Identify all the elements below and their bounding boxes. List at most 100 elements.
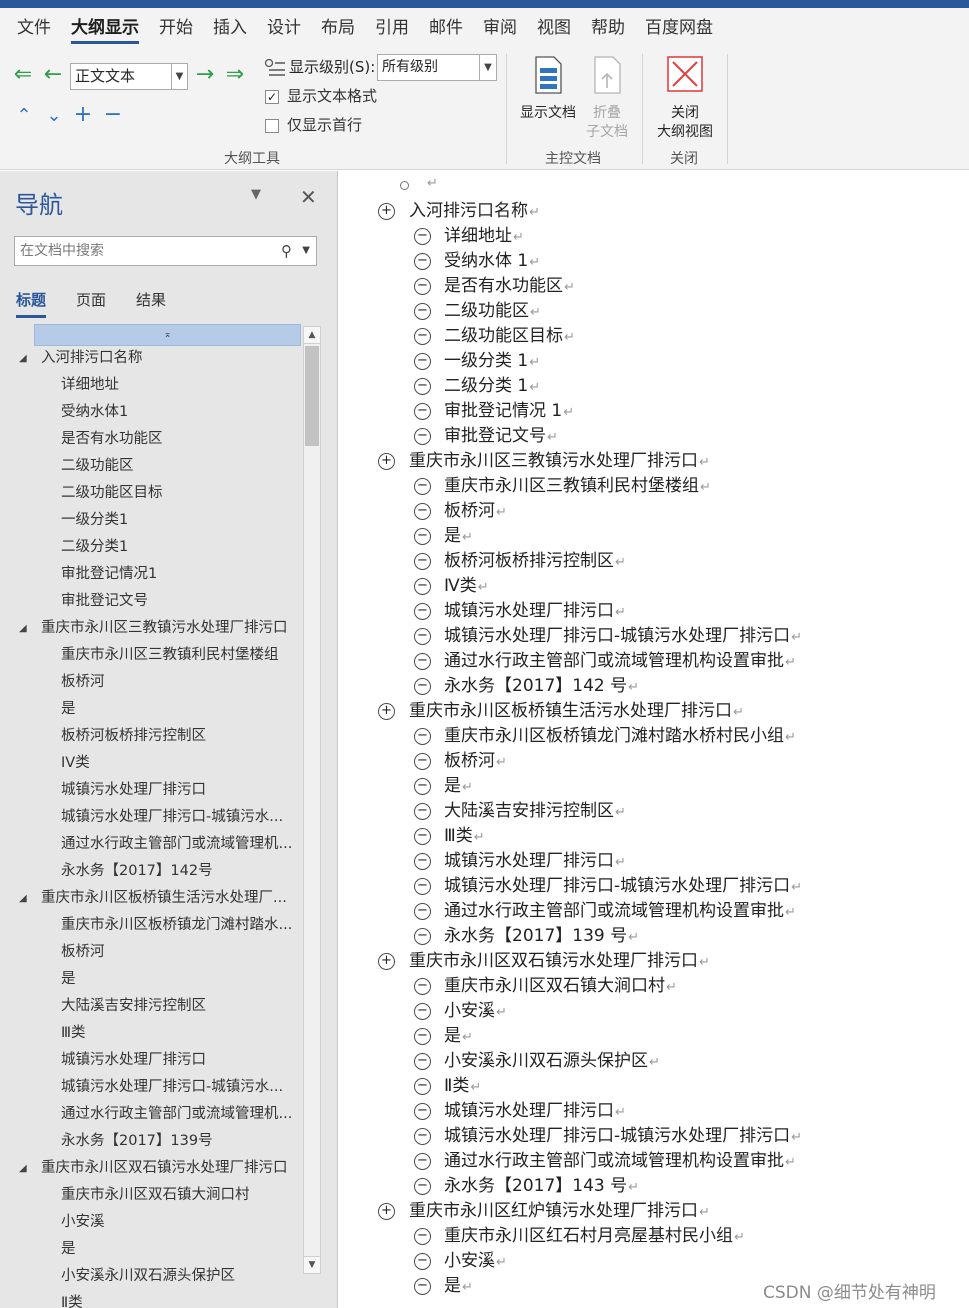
body-level-icon[interactable]: − <box>414 778 431 795</box>
demote-icon[interactable]: → <box>192 63 218 89</box>
outline-body-line[interactable]: 通过水行政主管部门或流域管理机构设置审批↵ <box>444 899 796 924</box>
expand-heading-icon[interactable]: + <box>378 703 395 720</box>
nav-subheading-item[interactable]: 板桥河 <box>0 939 302 966</box>
search-icon[interactable]: ⚲ <box>281 237 292 265</box>
nav-subheading-item[interactable]: 审批登记文号 <box>0 588 302 615</box>
tab-pages[interactable]: 页面 <box>76 289 106 310</box>
body-level-icon[interactable]: − <box>414 753 431 770</box>
outline-body-line[interactable]: 小安溪↵ <box>444 999 507 1024</box>
collapse-all-bar[interactable]: ⌅ <box>34 324 301 346</box>
outline-body-line[interactable]: 重庆市永川区板桥镇龙门滩村踏水桥村民小组↵ <box>444 724 796 749</box>
promote-to-heading1-icon[interactable]: ⇐ <box>10 63 36 89</box>
body-level-icon[interactable]: − <box>414 1028 431 1045</box>
outline-body-line[interactable]: 受纳水体 1↵ <box>444 249 540 274</box>
body-level-icon[interactable]: − <box>414 378 431 395</box>
tab-layout[interactable]: 布局 <box>312 8 364 48</box>
nav-subheading-item[interactable]: Ⅲ类 <box>0 1020 302 1047</box>
outline-body-line[interactable]: 审批登记文号↵ <box>444 424 558 449</box>
expand-icon[interactable]: + <box>70 103 96 129</box>
body-level-icon[interactable]: − <box>414 603 431 620</box>
nav-subheading-item[interactable]: Ⅱ类 <box>0 1290 302 1308</box>
tab-review[interactable]: 审阅 <box>474 8 526 48</box>
outline-body-line[interactable]: 城镇污水处理厂排污口-城镇污水处理厂排污口↵ <box>444 1124 802 1149</box>
body-level-icon[interactable]: − <box>414 728 431 745</box>
outline-body-line[interactable]: 是↵ <box>444 1024 473 1049</box>
body-level-icon[interactable]: − <box>414 1253 431 1270</box>
chevron-down-icon[interactable]: ▼ <box>302 237 310 265</box>
outline-body-line[interactable]: 城镇污水处理厂排污口-城镇污水处理厂排污口↵ <box>444 874 802 899</box>
nav-subheading-item[interactable]: 通过水行政主管部门或流域管理机... <box>0 831 302 858</box>
tab-baidu-netdisk[interactable]: 百度网盘 <box>636 8 722 48</box>
scroll-up-icon[interactable]: ▲ <box>304 327 320 344</box>
body-level-icon[interactable]: − <box>414 1003 431 1020</box>
nav-subheading-item[interactable]: 重庆市永川区双石镇大涧口村 <box>0 1182 302 1209</box>
expand-heading-icon[interactable]: + <box>378 1203 395 1220</box>
scroll-down-icon[interactable]: ▼ <box>304 1256 320 1273</box>
body-level-icon[interactable]: − <box>414 903 431 920</box>
body-level-icon[interactable]: − <box>414 1278 431 1295</box>
nav-subheading-item[interactable]: 城镇污水处理厂排污口-城镇污水... <box>0 1074 302 1101</box>
body-level-icon[interactable]: − <box>414 303 431 320</box>
body-level-icon[interactable]: − <box>414 353 431 370</box>
body-level-icon[interactable]: − <box>414 578 431 595</box>
body-level-icon[interactable]: − <box>414 478 431 495</box>
nav-options-icon[interactable]: ▼ <box>251 187 261 202</box>
outline-heading[interactable]: 入河排污口名称↵ <box>409 199 540 224</box>
tab-results[interactable]: 结果 <box>136 289 166 310</box>
outline-body-line[interactable]: 小安溪↵ <box>444 1249 507 1274</box>
body-level-icon[interactable]: − <box>414 253 431 270</box>
show-first-line-only-checkbox[interactable] <box>265 119 279 133</box>
body-level-icon[interactable]: − <box>414 678 431 695</box>
outline-body-line[interactable]: 大陆溪吉安排污控制区↵ <box>444 799 626 824</box>
close-outline-view-button[interactable]: 关闭 大纲视图 <box>650 56 720 142</box>
outline-body-line[interactable]: 是↵ <box>444 1274 473 1299</box>
outline-body-line[interactable]: 永水务【2017】139 号↵ <box>444 924 639 949</box>
tab-help[interactable]: 帮助 <box>582 8 634 48</box>
outline-body-line[interactable]: 城镇污水处理厂排污口↵ <box>444 1099 626 1124</box>
collapse-triangle-icon[interactable]: ◢ <box>19 1155 27 1182</box>
outline-body-line[interactable]: 是↵ <box>444 524 473 549</box>
body-level-icon[interactable]: − <box>414 978 431 995</box>
nav-subheading-item[interactable]: 通过水行政主管部门或流域管理机... <box>0 1101 302 1128</box>
nav-heading-item[interactable]: ◢ 重庆市永川区双石镇污水处理厂排污口 <box>0 1155 302 1182</box>
nav-subheading-item[interactable]: 城镇污水处理厂排污口 <box>0 777 302 804</box>
body-level-icon[interactable]: − <box>414 328 431 345</box>
tab-references[interactable]: 引用 <box>366 8 418 48</box>
outline-body-line[interactable]: 重庆市永川区红石村月亮屋基村民小组↵ <box>444 1224 745 1249</box>
move-down-icon[interactable]: ⌄ <box>41 104 67 130</box>
outline-body-line[interactable]: 通过水行政主管部门或流域管理机构设置审批↵ <box>444 649 796 674</box>
show-text-formatting-checkbox[interactable]: ✓ <box>265 90 279 104</box>
tab-home[interactable]: 开始 <box>150 8 202 48</box>
body-level-icon[interactable]: − <box>414 1228 431 1245</box>
body-level-icon[interactable]: − <box>414 1053 431 1070</box>
tab-file[interactable]: 文件 <box>8 8 60 48</box>
nav-scrollbar[interactable]: ▲ ▼ <box>303 326 321 1274</box>
outline-body-line[interactable]: 二级功能区↵ <box>444 299 541 324</box>
nav-subheading-item[interactable]: 城镇污水处理厂排污口 <box>0 1047 302 1074</box>
outline-body-line[interactable]: 重庆市永川区三教镇利民村堡楼组↵ <box>444 474 711 499</box>
outline-body-line[interactable]: 城镇污水处理厂排污口-城镇污水处理厂排污口↵ <box>444 624 802 649</box>
body-level-icon[interactable]: − <box>414 928 431 945</box>
tab-insert[interactable]: 插入 <box>204 8 256 48</box>
outline-body-line[interactable]: 详细地址↵ <box>444 224 524 249</box>
nav-subheading-item[interactable]: 是 <box>0 1236 302 1263</box>
outline-body-line[interactable]: 小安溪永川双石源头保护区↵ <box>444 1049 660 1074</box>
collapse-triangle-icon[interactable]: ◢ <box>19 345 27 372</box>
nav-subheading-item[interactable]: 详细地址 <box>0 372 302 399</box>
nav-subheading-item[interactable]: 一级分类1 <box>0 507 302 534</box>
outline-body-line[interactable]: 重庆市永川区双石镇大涧口村↵ <box>444 974 677 999</box>
move-up-icon[interactable]: ⌃ <box>11 104 37 130</box>
nav-search-input[interactable]: 在文档中搜索 ⚲ ▼ <box>14 236 317 266</box>
nav-subheading-item[interactable]: 审批登记情况1 <box>0 561 302 588</box>
chevron-down-icon[interactable]: ▼ <box>479 55 496 80</box>
nav-subheading-item[interactable]: 板桥河 <box>0 669 302 696</box>
body-level-icon[interactable]: − <box>414 628 431 645</box>
nav-heading-item[interactable]: ◢ 重庆市永川区三教镇污水处理厂排污口 <box>0 615 302 642</box>
outline-body-line[interactable]: 板桥河↵ <box>444 749 507 774</box>
show-document-button[interactable]: 显示文档 <box>514 56 582 123</box>
outline-body-line[interactable]: Ⅳ类↵ <box>444 574 489 599</box>
nav-subheading-item[interactable]: 小安溪 <box>0 1209 302 1236</box>
close-icon[interactable]: ✕ <box>300 185 317 209</box>
outline-level-select[interactable]: 正文文本 ▼ <box>70 63 188 90</box>
outline-heading[interactable]: 重庆市永川区双石镇污水处理厂排污口↵ <box>409 949 710 974</box>
